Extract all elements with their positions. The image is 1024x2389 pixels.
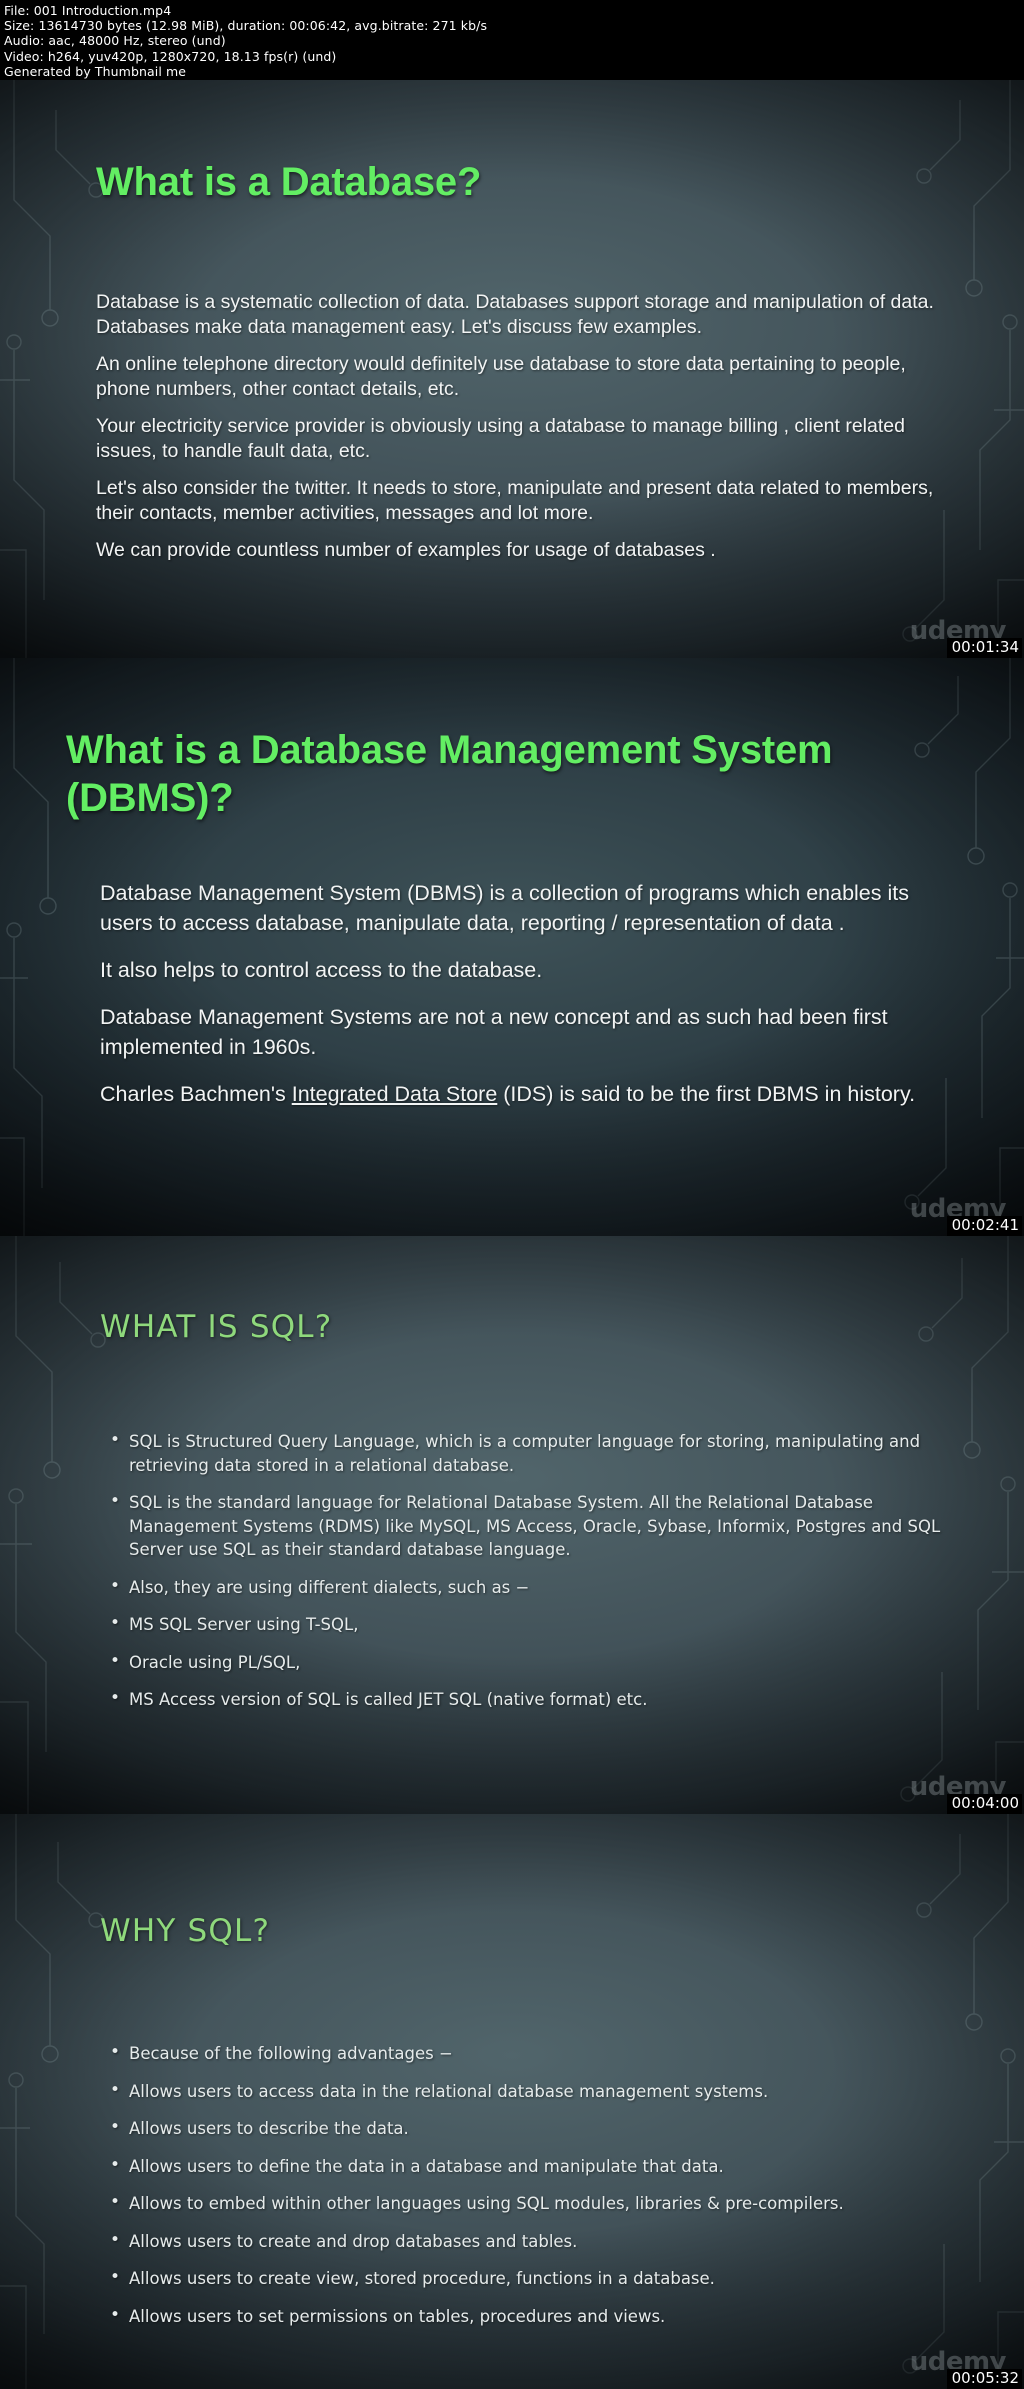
slide-3-bullet: SQL is the standard language for Relatio… bbox=[108, 1490, 964, 1562]
info-line-file: File: 001 Introduction.mp4 bbox=[4, 3, 172, 18]
slide-4-bullet: Allows users to create view, stored proc… bbox=[108, 2266, 964, 2291]
slide-2-paragraph: Database Management Systems are not a ne… bbox=[100, 1005, 888, 1059]
slide-4-bullet: Allows to embed within other languages u… bbox=[108, 2191, 964, 2216]
thumbnail-slide-2[interactable]: What is a Database Management System (DB… bbox=[0, 658, 1024, 1236]
slide-3-bullet: MS Access version of SQL is called JET S… bbox=[108, 1687, 964, 1712]
slide-1-paragraph: Your electricity service provider is obv… bbox=[96, 415, 905, 462]
slide-4-bullet: Allows users to describe the data. bbox=[108, 2116, 964, 2141]
slide-3-content: WHAT IS SQL? SQL is Structured Query Lan… bbox=[0, 1308, 1024, 1712]
slide-2-content: What is a Database Management System (DB… bbox=[0, 726, 1024, 1109]
slide-2-paragraph-bachmen: Charles Bachmen's Integrated Data Store … bbox=[100, 1079, 958, 1109]
info-line-video: Video: h264, yuv420p, 1280x720, 18.13 fp… bbox=[4, 48, 337, 64]
thumbnail-slide-3[interactable]: WHAT IS SQL? SQL is Structured Query Lan… bbox=[0, 1236, 1024, 1814]
thumbnail-slide-4[interactable]: WHY SQL? Because of the following advant… bbox=[0, 1814, 1024, 2389]
slide-2-timecode: 00:02:41 bbox=[946, 1216, 1022, 1236]
slide-1-paragraph: Let's also consider the twitter. It need… bbox=[96, 477, 934, 524]
slide-3-stamp: udemy 00:04:00 bbox=[894, 1762, 1024, 1814]
bachmen-after: (IDS) is said to be the first DBMS in hi… bbox=[497, 1082, 916, 1106]
slide-4-bullet: Allows users to define the data in a dat… bbox=[108, 2154, 964, 2179]
slide-3-timecode: 00:04:00 bbox=[946, 1794, 1022, 1814]
video-info-header: File: 001 Introduction.mp4 Size: 1361473… bbox=[0, 0, 1024, 80]
slide-4-title: WHY SQL? bbox=[100, 1913, 271, 1949]
slide-3-title: WHAT IS SQL? bbox=[100, 1309, 333, 1345]
bachmen-before: Charles Bachmen's bbox=[100, 1082, 292, 1106]
integrated-data-store-link[interactable]: Integrated Data Store bbox=[292, 1082, 498, 1106]
slide-1-stamp: udemy 00:01:34 bbox=[894, 606, 1024, 658]
slide-1-timecode: 00:01:34 bbox=[946, 638, 1022, 658]
slide-1-paragraph: We can provide countless number of examp… bbox=[96, 539, 716, 561]
slide-2-stamp: udemy 00:02:41 bbox=[894, 1184, 1024, 1236]
thumbnail-slide-1[interactable]: What is a Database? Database is a system… bbox=[0, 80, 1024, 658]
slide-3-bullet-list: SQL is Structured Query Language, which … bbox=[108, 1429, 964, 1712]
slide-2-body: Database Management System (DBMS) is a c… bbox=[100, 878, 958, 1109]
slide-1-content: What is a Database? Database is a system… bbox=[0, 158, 1024, 563]
slide-1-body: Database is a systematic collection of d… bbox=[96, 290, 960, 563]
slide-2-paragraph: Database Management System (DBMS) is a c… bbox=[100, 881, 909, 935]
info-line-generator: Generated by Thumbnail me bbox=[4, 63, 187, 79]
slide-2-paragraph: It also helps to control access to the d… bbox=[100, 958, 543, 982]
slide-3-bullet: Also, they are using different dialects,… bbox=[108, 1575, 964, 1600]
slide-4-bullet: Because of the following advantages − bbox=[108, 2041, 964, 2066]
slide-3-bullet: Oracle using PL/SQL, bbox=[108, 1650, 964, 1675]
slide-1-paragraph: An online telephone directory would defi… bbox=[96, 353, 906, 400]
slide-4-bullet: Allows users to access data in the relat… bbox=[108, 2079, 964, 2104]
slide-3-bullet: MS SQL Server using T-SQL, bbox=[108, 1612, 964, 1637]
slide-4-timecode: 00:05:32 bbox=[946, 2369, 1022, 2389]
info-line-size: Size: 13614730 bytes (12.98 MiB), durati… bbox=[4, 18, 488, 34]
slide-3-bullet: SQL is Structured Query Language, which … bbox=[108, 1429, 964, 1477]
info-line-audio: Audio: aac, 48000 Hz, stereo (und) bbox=[4, 33, 226, 49]
slide-4-content: WHY SQL? Because of the following advant… bbox=[0, 1912, 1024, 2328]
slide-1-paragraph: Database is a systematic collection of d… bbox=[96, 291, 934, 338]
slide-4-stamp: udemy 00:05:32 bbox=[894, 2337, 1024, 2389]
slide-4-bullet-list: Because of the following advantages − Al… bbox=[108, 2041, 964, 2329]
slide-4-bullet: Allows users to create and drop database… bbox=[108, 2229, 964, 2254]
slide-2-title: What is a Database Management System (DB… bbox=[66, 728, 833, 820]
slide-1-title: What is a Database? bbox=[96, 160, 482, 204]
slide-4-bullet: Allows users to set permissions on table… bbox=[108, 2304, 964, 2329]
